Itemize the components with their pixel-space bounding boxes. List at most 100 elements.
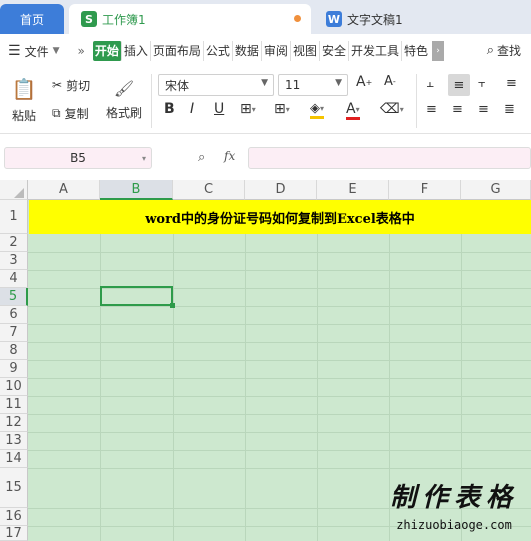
tab-start[interactable]: 开始: [92, 41, 122, 61]
paste-label: 粘贴: [11, 108, 36, 123]
active-cell-b5[interactable]: [100, 286, 175, 308]
copy-label: 复制: [64, 106, 89, 121]
file-menu[interactable]: ☰ 文件 ▼: [8, 43, 60, 60]
border-button[interactable]: ⊞ ▾: [240, 101, 256, 117]
eraser-button[interactable]: ⌫ ▾: [380, 101, 404, 117]
row-header-11[interactable]: 11: [0, 396, 28, 414]
scissors-icon: ✂: [52, 78, 63, 92]
tab-developer[interactable]: 开发工具: [349, 41, 402, 61]
name-box-value: B5: [70, 151, 86, 165]
tab-formula[interactable]: 公式: [204, 41, 233, 61]
tab-home[interactable]: 首页: [0, 4, 64, 34]
clipboard-icon: 📋: [11, 76, 37, 101]
tab-page-layout[interactable]: 页面布局: [151, 41, 204, 61]
font-name-select[interactable]: 宋体 ▼: [158, 74, 274, 96]
font-size-value: 11: [285, 78, 301, 92]
chevron-down-icon: ▼: [261, 78, 268, 88]
row-header-10[interactable]: 10: [0, 378, 28, 396]
watermark-title: 制作表格: [390, 483, 519, 513]
name-box[interactable]: B5 ▾: [4, 147, 152, 169]
row-header-9[interactable]: 9: [0, 360, 28, 378]
row-header-6[interactable]: 6: [0, 306, 28, 324]
row-header-7[interactable]: 7: [0, 324, 28, 342]
align-center-icon[interactable]: ≡: [452, 102, 463, 117]
search-label: 查找: [496, 44, 521, 58]
column-header-d[interactable]: D: [245, 180, 317, 200]
paste-button[interactable]: 📋 粘贴: [6, 72, 42, 128]
row-header-12[interactable]: 12: [0, 414, 28, 432]
font-name-value: 宋体: [165, 78, 190, 93]
watermark: 制作表格 zhizuobiaoge.com: [390, 477, 518, 532]
tab-data[interactable]: 数据: [233, 41, 262, 61]
row-header-3[interactable]: 3: [0, 252, 28, 270]
bold-button[interactable]: B: [164, 101, 175, 117]
paint-brush-icon: 🖌: [113, 79, 135, 98]
row-header-14[interactable]: 14: [0, 450, 28, 468]
align-left-icon[interactable]: ≡: [426, 102, 437, 117]
zoom-search-icon[interactable]: ⌕: [198, 150, 205, 165]
decrease-font-button[interactable]: A-: [384, 74, 396, 89]
column-header-b[interactable]: B: [100, 180, 173, 200]
align-extra-icon[interactable]: ≡: [506, 76, 517, 91]
row-header-4[interactable]: 4: [0, 270, 28, 288]
hamburger-icon: ☰: [8, 43, 21, 59]
tabs-scroll-right-icon[interactable]: ›: [432, 41, 444, 61]
row-header-15[interactable]: 15: [0, 468, 28, 508]
ribbon: 📋 粘贴 ✂ 剪切 ⧉ 复制 🖌 格式刷 宋体 ▼ 11 ▼ A + A- B I…: [0, 68, 531, 134]
title-text: word中的身份证号码如何复制到Excel表格中: [145, 211, 415, 227]
underline-button[interactable]: U: [214, 101, 224, 117]
ribbon-divider: [151, 74, 152, 128]
font-color-button[interactable]: A ▾: [346, 101, 360, 120]
file-menu-label: 文件: [24, 44, 49, 59]
tab-security[interactable]: 安全: [320, 41, 349, 61]
tab-special[interactable]: 特色: [402, 41, 430, 61]
search-button[interactable]: ⌕ 查找: [487, 42, 521, 59]
row-header-8[interactable]: 8: [0, 342, 28, 360]
justify-icon[interactable]: ≣: [504, 102, 515, 117]
chevron-down-icon: ▼: [52, 46, 60, 56]
row-header-16[interactable]: 16: [0, 508, 28, 526]
column-header-g[interactable]: G: [461, 180, 531, 200]
align-top-icon[interactable]: ⫠: [426, 76, 434, 91]
copy-button[interactable]: ⧉ 复制: [52, 104, 89, 122]
ribbon-tabs: 开始 插入 页面布局 公式 数据 审阅 视图 安全 开发工具 特色 ›: [92, 41, 444, 61]
column-header-f[interactable]: F: [389, 180, 461, 200]
tab-workbook-label: 工作簿1: [102, 12, 146, 27]
more-chevron-icon[interactable]: »: [78, 44, 85, 58]
tab-document[interactable]: W 文字文稿1: [318, 4, 531, 34]
align-bottom-icon[interactable]: ⫟: [478, 76, 486, 91]
chevron-down-icon: ▾: [141, 153, 146, 163]
row-header-17[interactable]: 17: [0, 526, 28, 541]
cut-label: 剪切: [66, 78, 91, 93]
formula-input[interactable]: [248, 147, 531, 169]
tab-insert[interactable]: 插入: [122, 41, 151, 61]
align-middle-icon[interactable]: ≡: [448, 74, 470, 96]
row-header-1[interactable]: 1: [0, 200, 28, 234]
tab-workbook[interactable]: S 工作簿1: [69, 4, 311, 34]
fill-handle[interactable]: [170, 303, 175, 308]
font-size-select[interactable]: 11 ▼: [278, 74, 348, 96]
align-right-icon[interactable]: ≡: [478, 102, 489, 117]
title-cell[interactable]: word中的身份证号码如何复制到Excel表格中: [29, 200, 531, 234]
watermark-url: zhizuobiaoge.com: [396, 518, 512, 532]
increase-font-button[interactable]: A +: [356, 74, 372, 90]
select-all-corner[interactable]: [0, 180, 28, 200]
fx-icon[interactable]: fx: [224, 149, 235, 163]
merge-button[interactable]: ⊞ ▾: [274, 101, 290, 117]
search-icon: ⌕: [486, 43, 494, 58]
cut-button[interactable]: ✂ 剪切: [52, 76, 90, 94]
row-header-5[interactable]: 5: [0, 288, 28, 306]
format-painter-button[interactable]: 🖌 格式刷: [104, 72, 144, 128]
spreadsheet-icon: S: [81, 11, 97, 27]
column-header-e[interactable]: E: [317, 180, 389, 200]
row-header-13[interactable]: 13: [0, 432, 28, 450]
row-header-2[interactable]: 2: [0, 234, 28, 252]
fill-color-button[interactable]: ◈ ▾: [310, 101, 325, 119]
tab-document-label: 文字文稿1: [347, 12, 403, 27]
column-header-c[interactable]: C: [173, 180, 245, 200]
tab-review[interactable]: 审阅: [262, 41, 291, 61]
italic-button[interactable]: I: [190, 101, 194, 117]
tab-view[interactable]: 视图: [291, 41, 320, 61]
menu-bar: ☰ 文件 ▼ » 开始 插入 页面布局 公式 数据 审阅 视图 安全 开发工具 …: [0, 34, 531, 68]
column-header-a[interactable]: A: [28, 180, 100, 200]
